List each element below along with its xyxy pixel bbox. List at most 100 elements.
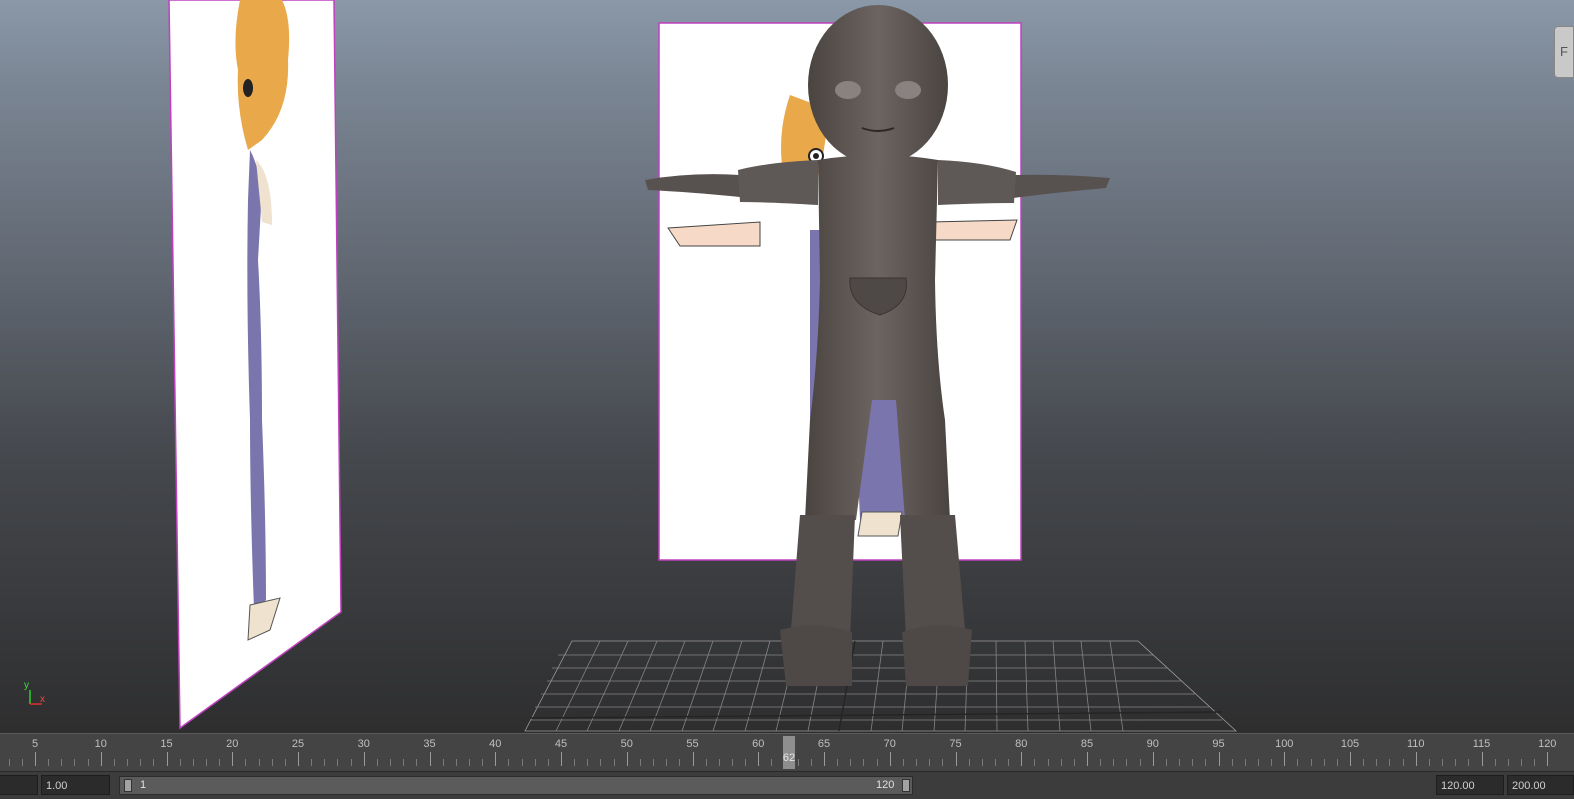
tick-minor xyxy=(48,759,50,766)
range-start-label: 1 xyxy=(140,779,147,791)
range-end-handle[interactable] xyxy=(902,779,910,792)
tick-label: 110 xyxy=(1406,738,1425,750)
ground-grid xyxy=(524,640,1238,732)
tick-minor xyxy=(731,759,733,766)
tick-minor xyxy=(376,759,378,766)
tick-minor xyxy=(1205,759,1207,766)
tick-label: 75 xyxy=(949,738,962,750)
tick-minor xyxy=(876,759,878,766)
tick-label: 20 xyxy=(226,738,239,750)
tick-minor xyxy=(718,759,720,766)
time-slider[interactable]: 5 10 15 20 25 30 35 40 45 50 55 60 65 70 75 80 85 90 95 100… xyxy=(0,733,1574,771)
range-slider[interactable]: 1 120 xyxy=(119,776,913,795)
tick-minor xyxy=(219,759,221,766)
tick-label: 45 xyxy=(554,738,568,750)
tick-label: 15 xyxy=(160,738,173,750)
tick-minor xyxy=(666,759,668,766)
tick-minor xyxy=(850,759,852,766)
viewport-scene: y x xyxy=(24,0,1238,732)
tick-minor xyxy=(179,759,181,766)
tick-label: 40 xyxy=(489,738,502,750)
tick-minor xyxy=(1113,759,1115,766)
tick-minor xyxy=(1073,759,1075,766)
tick-major xyxy=(1218,752,1220,766)
viewport-corner-tab[interactable]: F xyxy=(1554,26,1574,78)
playback-end-field[interactable]: 120.00 xyxy=(1436,775,1504,795)
tick-minor xyxy=(1310,759,1312,766)
tick-minor xyxy=(337,759,339,766)
tick-minor xyxy=(902,759,904,766)
axis-y-label: y xyxy=(24,680,29,691)
tick-label: 25 xyxy=(291,738,305,750)
tick-minor xyxy=(705,759,707,766)
3d-viewport[interactable]: y x F xyxy=(0,0,1574,733)
tick-major xyxy=(1547,752,1549,766)
tick-label: 80 xyxy=(1015,738,1028,750)
tick-label: 35 xyxy=(423,738,436,750)
tick-minor xyxy=(521,759,523,766)
tick-minor xyxy=(113,759,115,766)
tick-minor xyxy=(1402,759,1404,766)
tick-minor xyxy=(1192,759,1194,766)
tick-minor xyxy=(981,759,983,766)
tick-minor xyxy=(942,759,944,766)
side-view-reference[interactable] xyxy=(168,0,342,730)
tick-minor xyxy=(771,759,773,766)
tick-major xyxy=(824,752,825,766)
tick-minor xyxy=(1520,759,1522,766)
tick-label: 10 xyxy=(94,738,107,750)
current-frame-label: 62 xyxy=(782,752,796,764)
playback-start-field[interactable]: 1.00 xyxy=(41,775,110,795)
tick-minor xyxy=(797,759,799,766)
tick-minor xyxy=(284,759,286,766)
tick-minor xyxy=(994,759,996,766)
tick-minor xyxy=(1047,759,1049,766)
tick-minor xyxy=(810,759,812,766)
tick-minor xyxy=(1468,759,1470,766)
range-start-handle[interactable] xyxy=(124,779,132,792)
axis-x-label: x xyxy=(40,694,45,705)
tick-major xyxy=(758,752,760,766)
range-slider-bar: 1.00 1 120 120.00 200.00 xyxy=(0,771,1574,799)
tick-label: 30 xyxy=(357,738,370,750)
tick-minor xyxy=(1165,759,1167,766)
tick-minor xyxy=(1455,759,1457,766)
animation-end-field[interactable]: 200.00 xyxy=(1507,775,1574,795)
tick-minor xyxy=(1363,759,1365,766)
tick-minor xyxy=(416,759,418,766)
tick-major xyxy=(232,752,234,766)
tick-major xyxy=(298,752,299,766)
tick-minor xyxy=(205,759,207,766)
tick-label: 85 xyxy=(1080,738,1094,750)
tick-major xyxy=(692,752,694,766)
tick-minor xyxy=(1271,759,1273,766)
tick-minor xyxy=(127,759,129,766)
tick-minor xyxy=(653,759,655,766)
tick-label: 105 xyxy=(1340,738,1360,750)
tick-label: 65 xyxy=(817,738,831,750)
tick-label: 90 xyxy=(1146,738,1159,750)
tick-minor xyxy=(245,759,247,766)
tick-minor xyxy=(1389,759,1391,766)
tick-minor xyxy=(1257,759,1259,766)
tick-minor xyxy=(547,759,549,766)
tick-minor xyxy=(390,759,392,766)
tick-minor xyxy=(1428,759,1430,766)
tick-minor xyxy=(442,759,444,766)
tick-minor xyxy=(508,759,510,766)
tick-major xyxy=(1415,752,1417,766)
tick-label: 50 xyxy=(620,738,633,750)
tick-label: 55 xyxy=(686,738,699,750)
tick-minor xyxy=(403,759,405,766)
tick-minor xyxy=(1376,759,1378,766)
scene-start-field[interactable] xyxy=(0,775,38,795)
tick-label: 5 xyxy=(31,738,39,750)
tick-minor xyxy=(1231,759,1233,766)
tick-minor xyxy=(1060,759,1062,766)
tick-minor xyxy=(600,759,602,766)
tick-major xyxy=(363,752,365,766)
axis-indicator: y x xyxy=(24,680,45,705)
tick-minor xyxy=(74,759,76,766)
tick-minor xyxy=(1494,759,1496,766)
tick-minor xyxy=(21,759,23,766)
